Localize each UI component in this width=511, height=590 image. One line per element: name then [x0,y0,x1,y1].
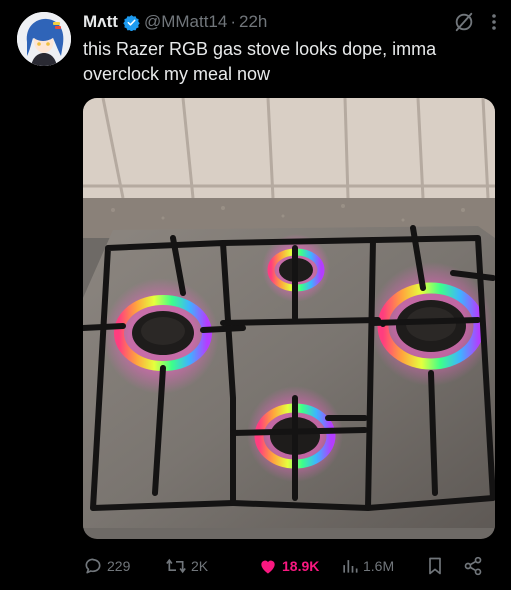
reply-icon [85,558,101,574]
timestamp[interactable]: 22h [239,12,267,32]
grok-icon[interactable] [453,11,475,33]
tweet-action-bar: 229 2K 18.9K 1.6M [83,553,495,579]
tweet-header: Mʌtt @MMatt14 · 22h [83,10,497,34]
bookmark-icon[interactable] [426,556,444,576]
like-icon [261,560,275,574]
avatar[interactable] [17,12,71,66]
like-button[interactable]: 18.9K [258,553,319,579]
more-icon[interactable] [491,12,497,32]
display-name[interactable]: Mʌtt [83,12,118,32]
views-button[interactable]: 1.6M [341,553,394,579]
retweet-icon [166,558,186,574]
like-count: 18.9K [282,558,320,574]
reply-button[interactable]: 229 [83,553,130,579]
views-icon [343,560,358,573]
tweet-media-image[interactable] [83,98,495,539]
share-icon[interactable] [463,556,483,576]
retweet-count: 2K [191,558,209,574]
tweet-text: this Razer RGB gas stove looks dope, imm… [83,39,437,84]
reply-count: 229 [107,558,131,574]
dot-separator: · [230,12,237,31]
verified-badge-icon [123,14,140,31]
retweet-button[interactable]: 2K [165,553,208,579]
user-handle[interactable]: @MMatt14 [144,12,227,32]
view-count: 1.6M [363,558,395,574]
